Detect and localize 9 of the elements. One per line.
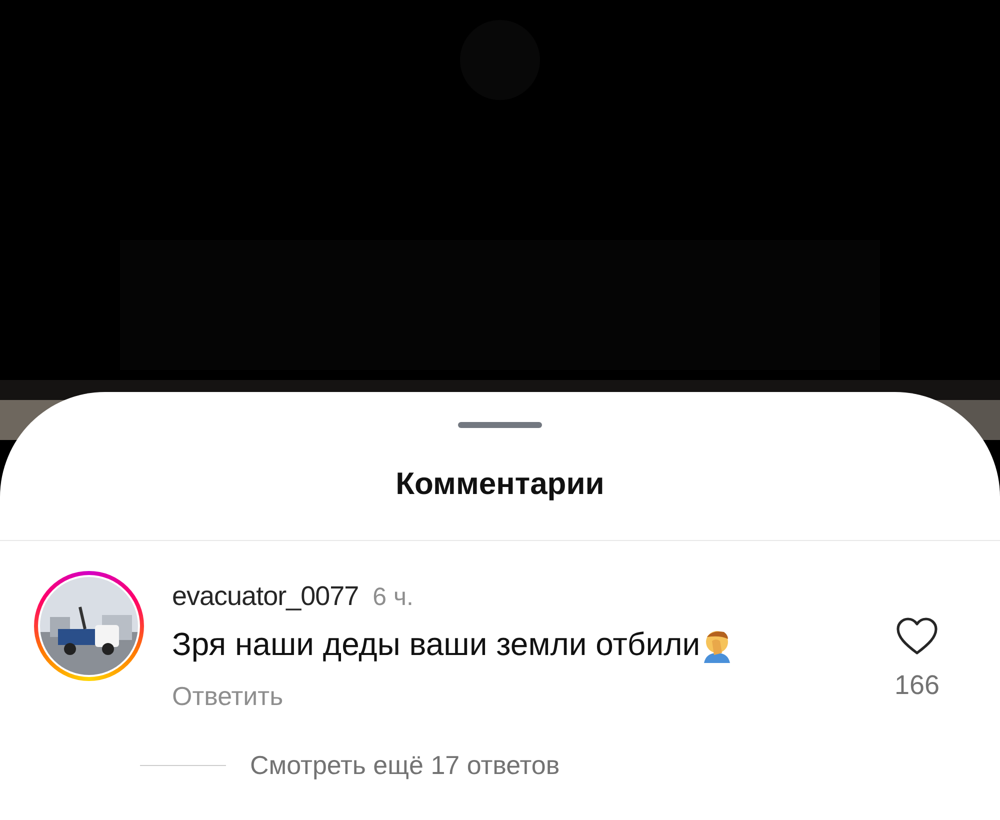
reply-button[interactable]: Ответить — [172, 681, 284, 712]
heart-icon[interactable] — [895, 616, 939, 656]
like-count: 166 — [894, 670, 940, 701]
view-replies-button[interactable]: Смотреть ещё 17 ответов — [250, 750, 560, 781]
username[interactable]: evacuator_0077 — [172, 581, 359, 612]
sheet-title: Комментарии — [396, 466, 604, 501]
comment-time: 6 ч. — [372, 583, 414, 612]
comment-text: Зря наши деды ваши земли отбили — [172, 626, 700, 663]
drag-handle[interactable] — [458, 422, 542, 428]
